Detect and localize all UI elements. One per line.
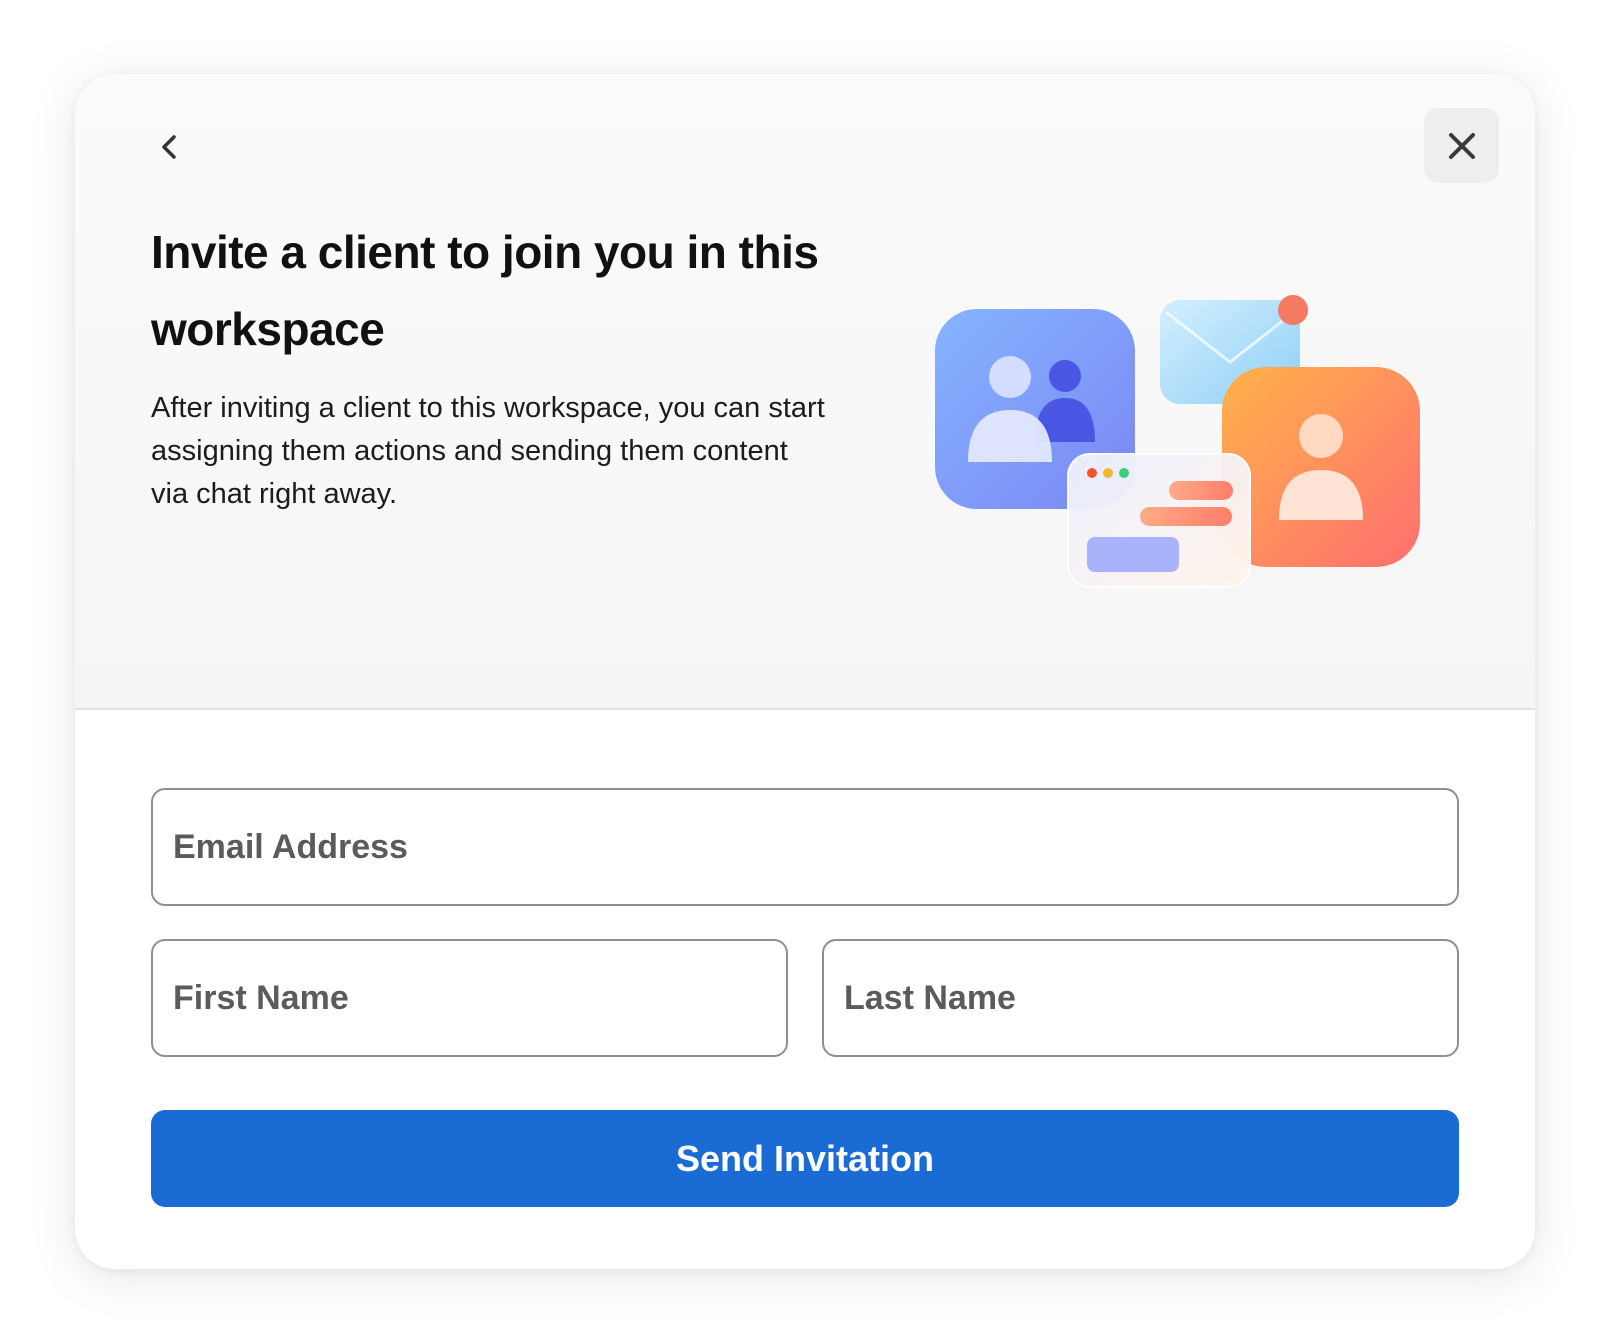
chat-window-icon xyxy=(1067,453,1251,588)
invite-client-modal: Invite a client to join you in this work… xyxy=(75,74,1535,1269)
client-tile xyxy=(1222,367,1420,567)
first-name-input[interactable] xyxy=(151,939,788,1057)
close-icon xyxy=(1448,132,1475,159)
back-button[interactable] xyxy=(147,124,193,170)
close-button[interactable] xyxy=(1424,108,1499,183)
page-title: Invite a client to join you in this work… xyxy=(151,226,819,355)
chevron-left-icon xyxy=(162,135,176,159)
invite-illustration xyxy=(935,295,1420,588)
last-name-input[interactable] xyxy=(822,939,1459,1057)
email-input[interactable] xyxy=(151,788,1459,906)
page-description: After inviting a client to this workspac… xyxy=(151,392,825,510)
hero-section: Invite a client to join you in this work… xyxy=(75,74,1535,710)
send-invitation-button[interactable]: Send Invitation xyxy=(151,1110,1459,1207)
